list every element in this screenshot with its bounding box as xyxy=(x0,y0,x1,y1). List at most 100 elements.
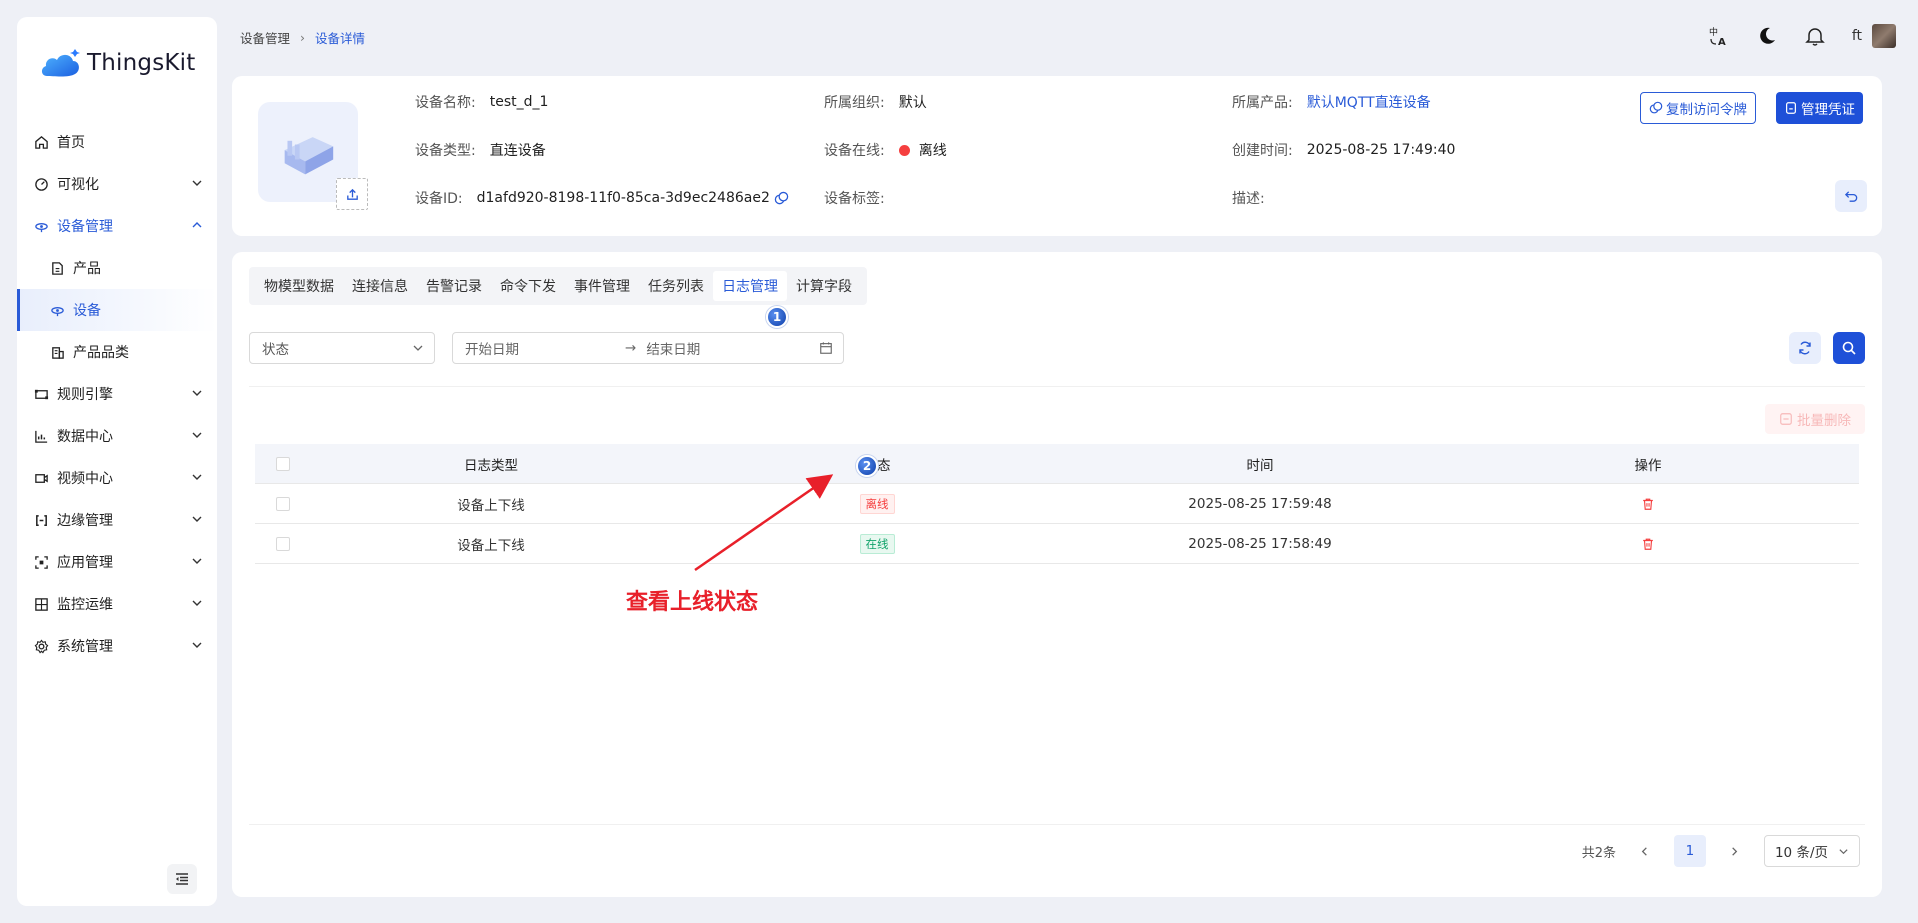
header-log-type: 日志类型 xyxy=(464,457,518,474)
upload-image-button[interactable] xyxy=(336,178,368,210)
pagination: 共2条 1 10 条/页 xyxy=(1582,835,1860,867)
chevron-down-icon xyxy=(192,642,202,648)
device-id-field: 设备ID: d1afd920-8198-11f0-85ca-3d9ec2486a… xyxy=(415,188,789,208)
sidebar-item-product-category[interactable]: 产品品类 xyxy=(17,331,217,373)
chevron-down-icon xyxy=(192,180,202,186)
refresh-button[interactable] xyxy=(1789,332,1821,364)
pagination-total: 共2条 xyxy=(1581,845,1616,861)
device-type-label: 设备类型: xyxy=(415,143,476,159)
sidebar-item-rule-engine[interactable]: 规则引擎 xyxy=(17,373,217,415)
device-type-field: 设备类型: 直连设备 xyxy=(415,140,546,160)
device-icon xyxy=(49,302,65,318)
logo[interactable]: ThingsKit xyxy=(39,43,195,83)
sidebar-item-visualization[interactable]: 可视化 xyxy=(17,163,217,205)
translate-icon[interactable]: 中A xyxy=(1708,25,1730,47)
sidebar-item-product[interactable]: 产品 xyxy=(17,247,217,289)
delete-icon[interactable] xyxy=(1641,497,1655,511)
tab-event-management[interactable]: 事件管理 xyxy=(565,267,639,305)
device-online-label: 设备在线: xyxy=(824,143,885,159)
chevron-down-icon xyxy=(192,474,202,480)
chevron-down-icon xyxy=(192,558,202,564)
bell-icon[interactable] xyxy=(1804,25,1826,47)
status-badge-online: 在线 xyxy=(859,533,895,554)
device-icon xyxy=(33,218,49,234)
building-icon xyxy=(49,344,65,360)
date-range-picker[interactable]: 开始日期 → 结束日期 xyxy=(452,332,844,364)
sidebar-item-edge-management[interactable]: 边缘管理 xyxy=(17,499,217,541)
device-id-label: 设备ID: xyxy=(415,191,463,207)
monitor-icon xyxy=(33,596,49,612)
offline-dot-icon xyxy=(898,144,910,156)
sidebar-item-device[interactable]: 设备 xyxy=(17,289,217,331)
page-size-value: 10 条/页 xyxy=(1774,845,1828,861)
status-select[interactable]: 状态 xyxy=(249,332,435,364)
row-checkbox[interactable] xyxy=(276,496,290,511)
tab-computed-fields[interactable]: 计算字段 xyxy=(787,267,861,305)
start-date-input[interactable]: 开始日期 xyxy=(465,338,625,358)
search-button[interactable] xyxy=(1833,332,1865,364)
sidebar-item-system[interactable]: 系统管理 xyxy=(17,625,217,667)
chevron-up-icon xyxy=(192,222,202,228)
tab-task-list[interactable]: 任务列表 xyxy=(639,267,713,305)
breadcrumb-parent[interactable]: 设备管理 xyxy=(240,28,290,47)
rule-icon xyxy=(33,386,49,402)
page-1-button[interactable]: 1 xyxy=(1673,835,1706,867)
cloud-logo-icon xyxy=(41,49,80,77)
sidebar-item-label: 设备 xyxy=(73,303,101,319)
copy-access-token-button[interactable]: 复制访问令牌 xyxy=(1640,92,1756,124)
log-management-panel: 物模型数据 连接信息 告警记录 命令下发 事件管理 任务列表 日志管理 计算字段… xyxy=(232,252,1882,897)
tab-connection-info[interactable]: 连接信息 xyxy=(343,267,417,305)
device-tags-field: 设备标签: xyxy=(824,188,899,208)
sidebar-item-device-management[interactable]: 设备管理 xyxy=(17,205,217,247)
device-desc-label: 描述: xyxy=(1232,191,1265,207)
batch-delete-button[interactable]: 批量删除 xyxy=(1765,404,1865,434)
row-select-cell xyxy=(255,524,311,563)
sidebar-collapse-button[interactable] xyxy=(167,864,197,894)
detail-tabs: 物模型数据 连接信息 告警记录 命令下发 事件管理 任务列表 日志管理 计算字段 xyxy=(249,267,867,305)
row-select-cell xyxy=(255,484,311,523)
next-page-button[interactable] xyxy=(1720,836,1750,866)
manage-credential-label: 管理凭证 xyxy=(1801,102,1855,118)
device-box-icon xyxy=(284,137,334,175)
manage-credential-button[interactable]: 管理凭证 xyxy=(1776,92,1863,124)
back-button[interactable] xyxy=(1835,180,1867,212)
select-all-checkbox[interactable] xyxy=(276,456,290,471)
prev-page-button[interactable] xyxy=(1630,836,1660,866)
tab-log-management[interactable]: 日志管理 xyxy=(713,271,787,301)
copy-icon[interactable] xyxy=(774,191,789,206)
table-row: 设备上下线 在线 2025-08-25 17:58:49 xyxy=(255,524,1859,564)
table-header: 日志类型 状态 时间 操作 xyxy=(255,444,1859,484)
breadcrumb-separator-icon: › xyxy=(300,30,306,45)
device-product-label: 所属产品: xyxy=(1232,95,1293,111)
breadcrumb: 设备管理 › 设备详情 xyxy=(240,28,365,47)
dark-mode-icon[interactable] xyxy=(1756,25,1778,47)
tab-thing-model-data[interactable]: 物模型数据 xyxy=(255,267,343,305)
select-all-cell xyxy=(255,444,311,483)
sidebar-menu: 首页 可视化 设备管理 产品 设备 产品品类 规则引擎 数据中心 视频中心 边缘… xyxy=(17,121,217,667)
end-date-input[interactable]: 结束日期 xyxy=(646,338,806,358)
sidebar-item-app-management[interactable]: 应用管理 xyxy=(17,541,217,583)
log-type-cell: 设备上下线 xyxy=(457,537,525,554)
device-product-field: 所属产品: 默认MQTT直连设备 xyxy=(1232,92,1431,112)
copy-icon xyxy=(1649,101,1663,114)
tab-command-dispatch[interactable]: 命令下发 xyxy=(491,267,565,305)
sidebar-item-video-center[interactable]: 视频中心 xyxy=(17,457,217,499)
user-menu[interactable]: ft xyxy=(1852,24,1896,48)
chevron-down-icon xyxy=(413,345,423,351)
sidebar-item-home[interactable]: 首页 xyxy=(17,121,217,163)
delete-icon[interactable] xyxy=(1641,537,1655,551)
sidebar-item-label: 应用管理 xyxy=(57,555,113,571)
avatar xyxy=(1872,24,1896,48)
step-1-badge: 1 xyxy=(766,306,788,328)
batch-delete-label: 批量删除 xyxy=(1797,413,1851,429)
chevron-down-icon xyxy=(192,516,202,522)
device-online-field: 设备在线: 离线 xyxy=(824,140,947,160)
chevron-down-icon xyxy=(192,432,202,438)
chevron-down-icon xyxy=(1839,848,1848,854)
sidebar-item-monitoring[interactable]: 监控运维 xyxy=(17,583,217,625)
tab-alarm-records[interactable]: 告警记录 xyxy=(417,267,491,305)
device-product-link[interactable]: 默认MQTT直连设备 xyxy=(1307,92,1431,112)
sidebar-item-data-center[interactable]: 数据中心 xyxy=(17,415,217,457)
page-size-select[interactable]: 10 条/页 xyxy=(1763,835,1860,867)
row-checkbox[interactable] xyxy=(276,536,290,551)
